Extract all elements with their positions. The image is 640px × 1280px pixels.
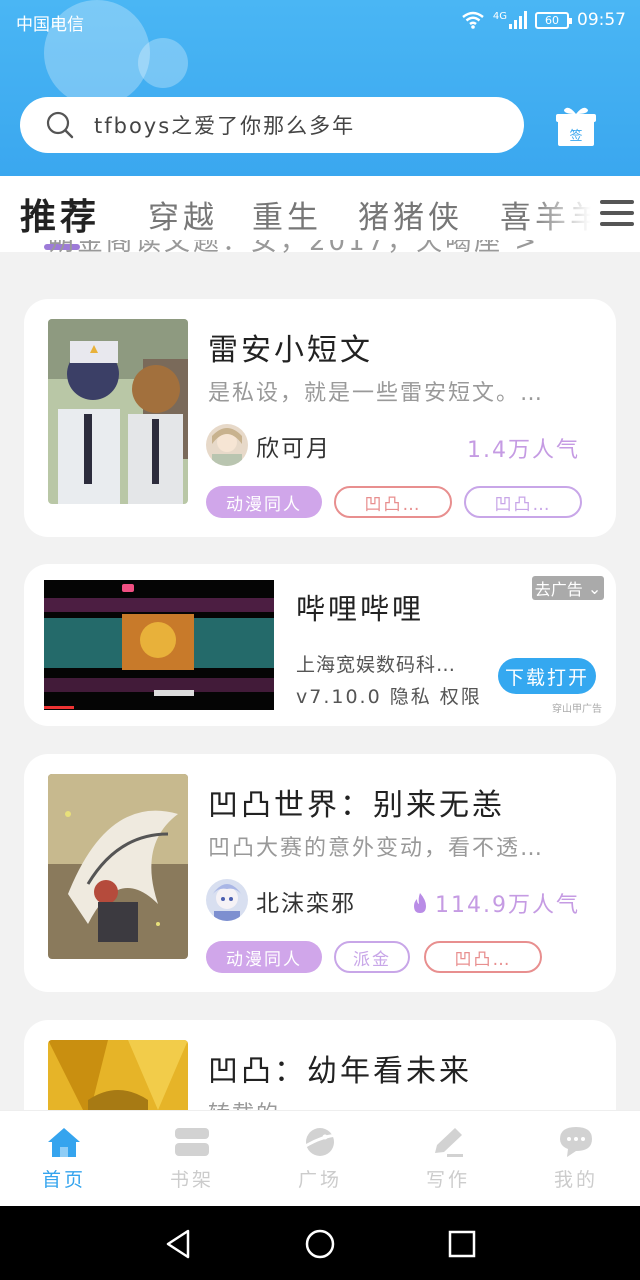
ad-meta[interactable]: v7.10.0 隐私 权限 bbox=[296, 682, 482, 709]
ad-video[interactable] bbox=[44, 580, 274, 710]
menu-icon[interactable] bbox=[600, 200, 634, 230]
tag[interactable]: 凹凸… bbox=[464, 486, 582, 518]
author-name[interactable]: 北沫栾邪 bbox=[256, 884, 356, 918]
home-circle-icon[interactable] bbox=[304, 1228, 336, 1260]
wifi-icon bbox=[462, 11, 484, 29]
carrier-label: 中国电信 bbox=[16, 15, 84, 35]
ad-card[interactable]: 哔哩哔哩 上海宽娱数码科… v7.10.0 隐私 权限 去广告 ⌄ 下载打开 穿… bbox=[24, 564, 616, 726]
tag[interactable]: 动漫同人 bbox=[206, 486, 322, 518]
battery-level: 60 bbox=[545, 13, 559, 27]
search-icon bbox=[46, 111, 74, 139]
pen-icon bbox=[435, 1128, 463, 1157]
ad-company: 上海宽娱数码科… bbox=[296, 654, 457, 676]
avatar[interactable] bbox=[206, 879, 248, 921]
back-icon[interactable] bbox=[162, 1228, 194, 1260]
planet-icon bbox=[303, 1128, 337, 1156]
tab-rebirth[interactable]: 重生 bbox=[252, 192, 322, 237]
network-label: 4G bbox=[492, 10, 507, 22]
bookshelf-icon bbox=[175, 1128, 209, 1156]
avatar[interactable] bbox=[206, 424, 248, 466]
recents-icon[interactable] bbox=[446, 1228, 478, 1260]
download-button[interactable]: 下载打开 bbox=[498, 658, 596, 694]
book-desc: 凹凸大赛的意外变动，看不透… bbox=[208, 836, 545, 861]
book-card[interactable]: 雷安小短文 是私设，就是一些雷安短文。… 欣可月 1.4万人气 动漫同人 凹凸…… bbox=[24, 299, 616, 537]
tab-gg-bond[interactable]: 猪猪侠 bbox=[358, 192, 463, 237]
search-input[interactable]: tfboys之爱了你那么多年 bbox=[20, 97, 524, 153]
header: 中国电信 4G 60 09:57 tfboys之爱了你那么多年 签 bbox=[0, 0, 640, 176]
author-name[interactable]: 欣可月 bbox=[256, 429, 331, 463]
signal-icon bbox=[509, 11, 527, 29]
home-icon bbox=[48, 1128, 80, 1157]
chat-icon bbox=[560, 1127, 592, 1157]
clock: 09:57 bbox=[577, 10, 626, 30]
battery-icon: 60 bbox=[535, 11, 572, 29]
nav-bookshelf[interactable]: 书架 bbox=[152, 1125, 232, 1192]
tag[interactable]: 凹凸… bbox=[424, 941, 542, 973]
popularity-count: 114.9万人气 bbox=[411, 887, 580, 919]
remove-ad-button[interactable]: 去广告 ⌄ bbox=[532, 576, 604, 600]
system-nav-bar bbox=[0, 1206, 640, 1280]
svg-text:签: 签 bbox=[569, 128, 582, 144]
book-title[interactable]: 凹凸世界：别来无恙 bbox=[208, 780, 505, 824]
tag[interactable]: 凹凸… bbox=[334, 486, 452, 518]
book-card[interactable]: 凹凸世界：别来无恙 凹凸大赛的意外变动，看不透… 北沫栾邪 114.9万人气 动… bbox=[24, 754, 616, 992]
search-placeholder: tfboys之爱了你那么多年 bbox=[94, 114, 356, 138]
nav-write[interactable]: 写作 bbox=[408, 1125, 488, 1192]
ad-source: 穿山甲广告 bbox=[552, 704, 602, 715]
fire-icon bbox=[414, 893, 427, 913]
nav-mine[interactable]: 我的 bbox=[536, 1125, 616, 1192]
book-title[interactable]: 雷安小短文 bbox=[208, 325, 373, 369]
ad-title[interactable]: 哔哩哔哩 bbox=[296, 586, 424, 628]
sign-in-gift-icon[interactable]: 签 bbox=[554, 104, 598, 148]
tab-time-travel[interactable]: 穿越 bbox=[148, 192, 218, 237]
popularity-count: 1.4万人气 bbox=[467, 438, 580, 463]
status-bar: 中国电信 4G 60 09:57 bbox=[0, 0, 640, 44]
tag[interactable]: 派金 bbox=[334, 941, 410, 973]
partial-banner[interactable]: 朔金阁读文题：女，2017，天喝座 > bbox=[48, 240, 539, 258]
book-cover[interactable] bbox=[48, 774, 188, 959]
nav-plaza[interactable]: 广场 bbox=[280, 1125, 360, 1192]
bottom-nav: 首页 书架 广场 写作 我的 bbox=[0, 1110, 640, 1206]
nav-home[interactable]: 首页 bbox=[24, 1125, 104, 1192]
tab-recommend[interactable]: 推荐 bbox=[20, 188, 100, 240]
tag[interactable]: 动漫同人 bbox=[206, 941, 322, 973]
decor-bubble bbox=[138, 38, 188, 88]
book-cover[interactable] bbox=[48, 319, 188, 504]
book-title[interactable]: 凹凸：幼年看未来 bbox=[208, 1046, 472, 1090]
book-desc: 是私设，就是一些雷安短文。… bbox=[208, 381, 545, 406]
